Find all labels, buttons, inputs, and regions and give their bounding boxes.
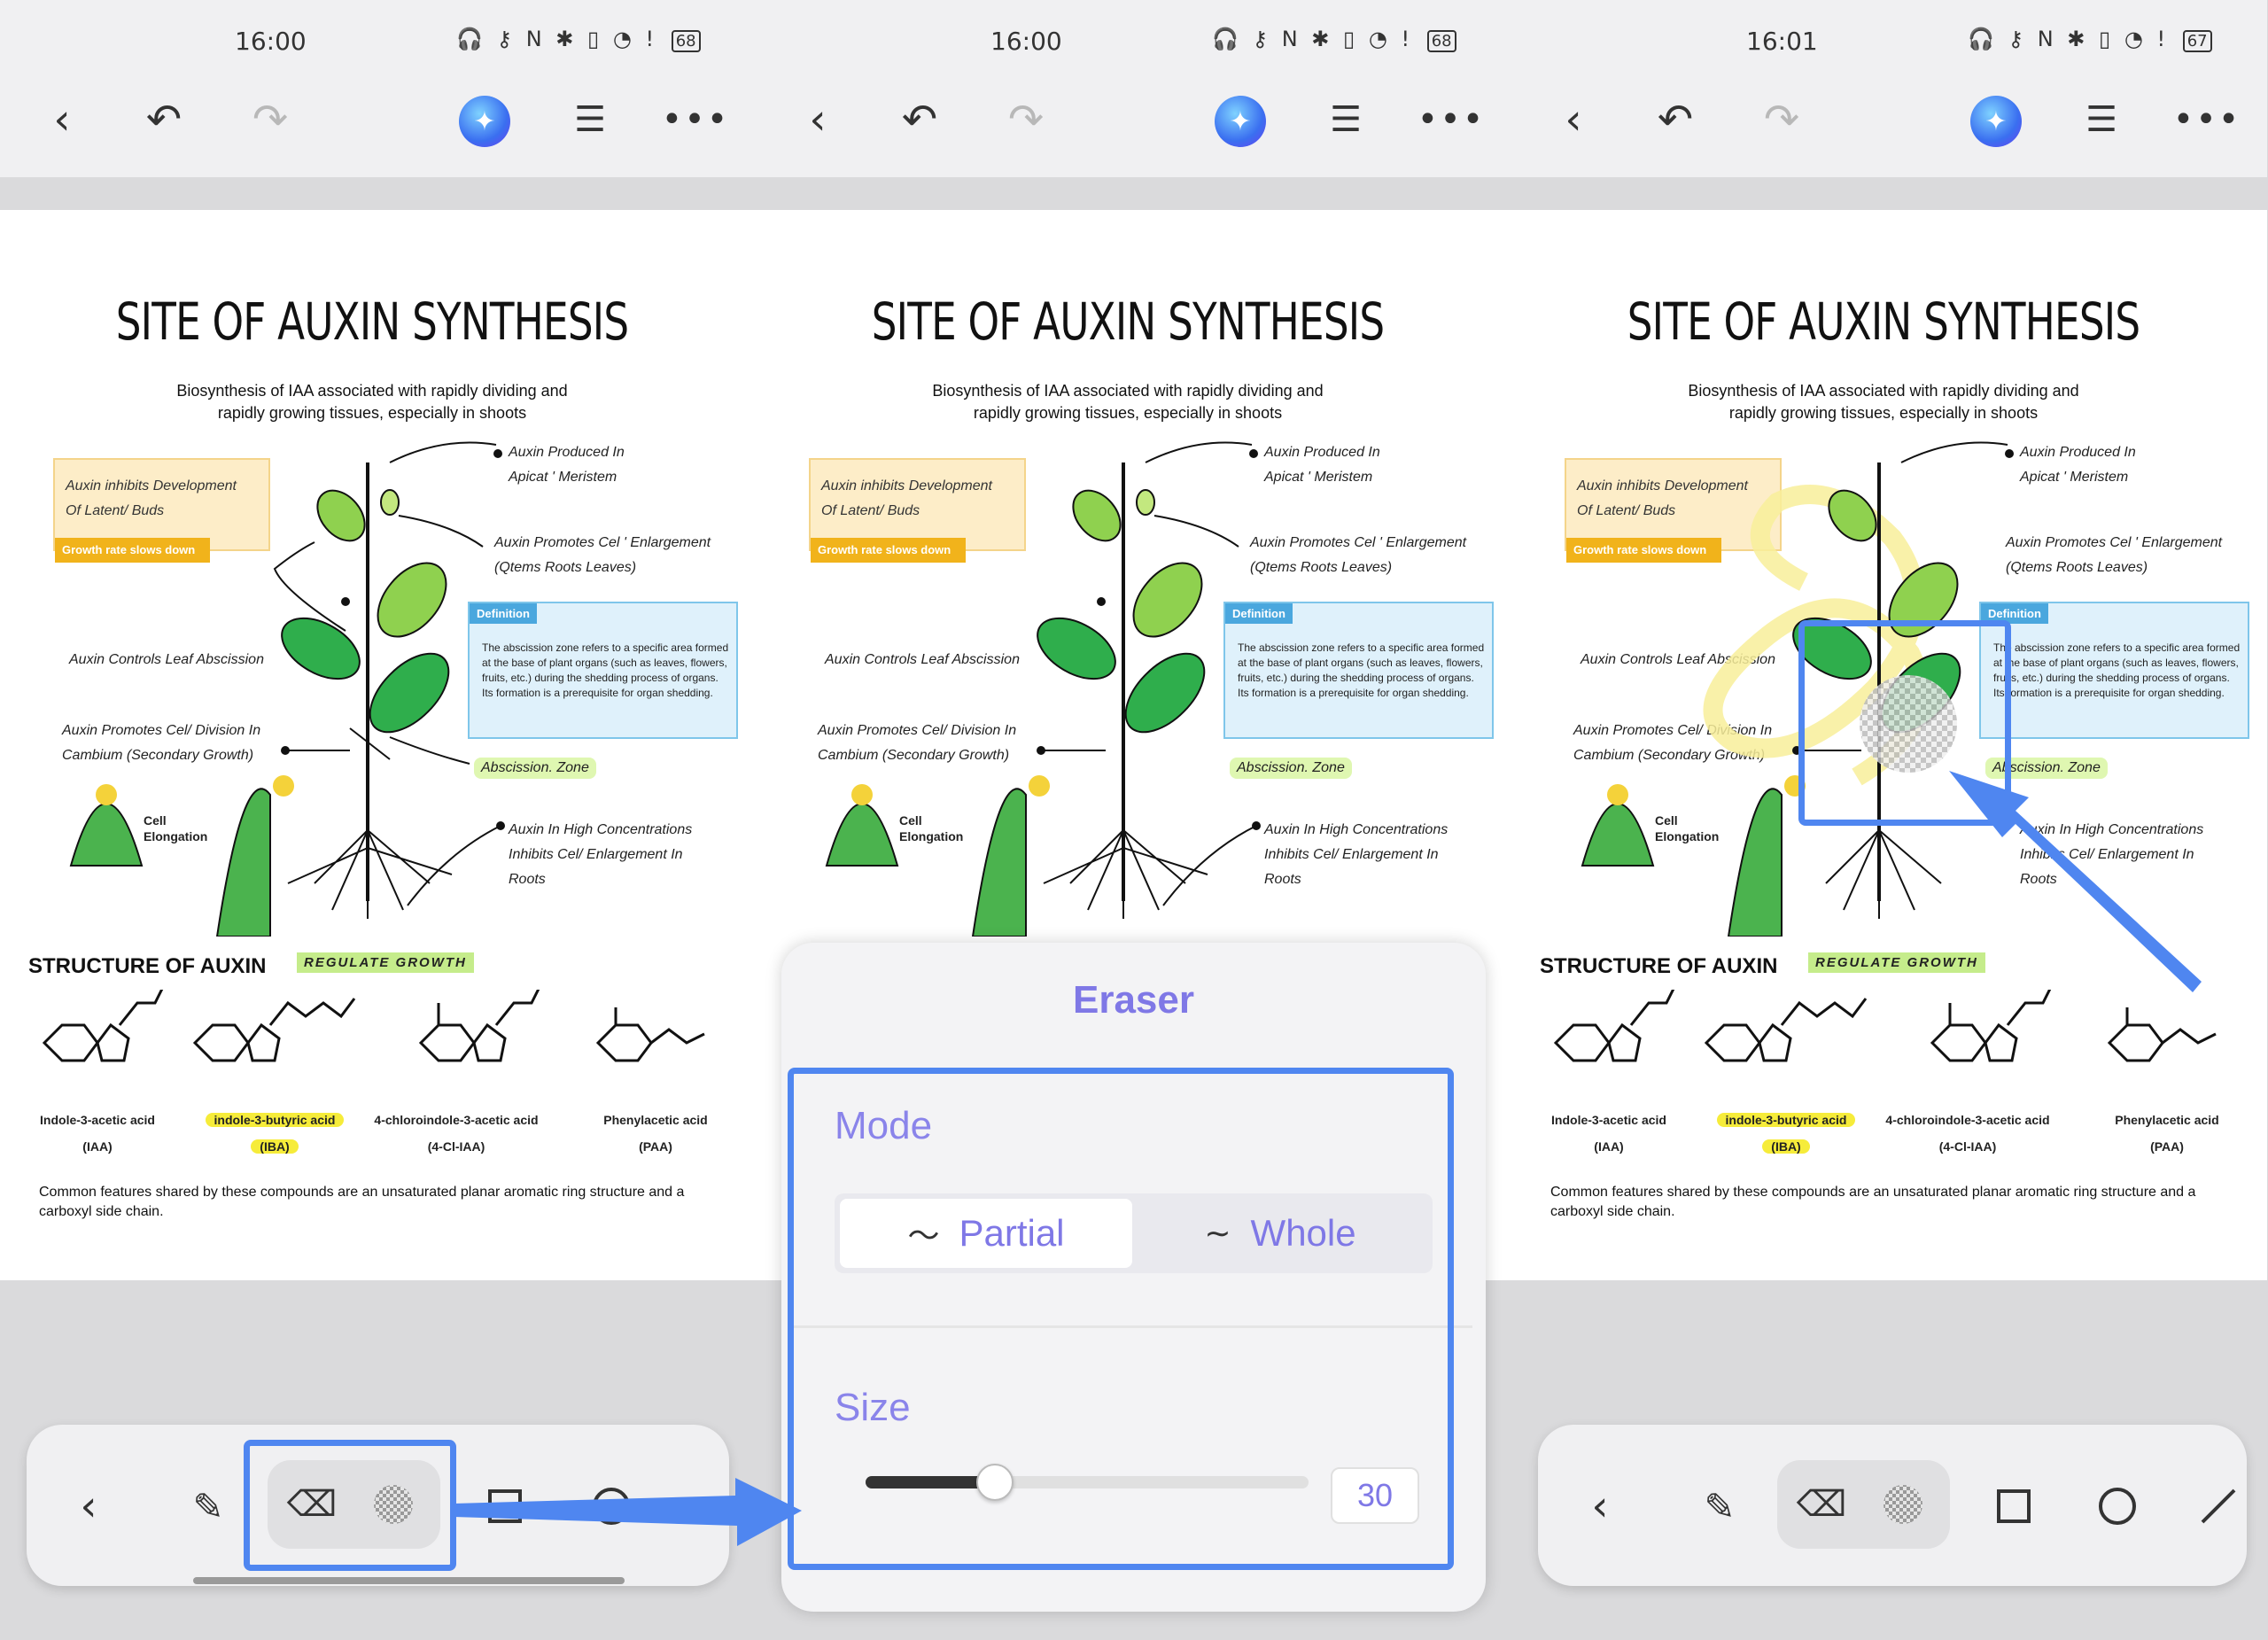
structure-title: STRUCTURE OF AUXIN	[1540, 954, 1778, 978]
status-time: 16:01	[1746, 27, 1818, 56]
more-icon[interactable]: •••	[1418, 93, 1484, 146]
chevron-left-icon[interactable]: ‹	[1573, 1480, 1627, 1533]
circle-icon[interactable]	[2091, 1480, 2144, 1533]
status-time: 16:00	[990, 27, 1062, 56]
annotation-highlight	[1798, 620, 2011, 826]
screen-panel-1: 16:00 🎧 ⚷ N ✱ ▯ ◔ ! 68 ‹ ↶ ↷ ✦ ☰ ••• SIT…	[0, 0, 756, 1640]
molecule-iaa	[1553, 990, 1675, 1062]
redo-icon[interactable]: ↷	[999, 93, 1052, 146]
list-icon[interactable]: ☰	[2075, 93, 2128, 146]
regulate-growth-tag: REGULATE GROWTH	[297, 952, 474, 973]
eraser-title: Eraser	[1072, 978, 1194, 1022]
status-icons: 🎧 ⚷ N ✱ ▯ ◔ ! 68	[1212, 27, 1456, 52]
molecule-name: Indole-3-acetic acid (IAA)	[1551, 1113, 1666, 1154]
pen-icon[interactable]: ✎	[1693, 1480, 1746, 1533]
molecule-paa	[2107, 1007, 2217, 1062]
regulate-growth-tag: REGULATE GROWTH	[1808, 952, 1985, 973]
top-bar: 16:01 🎧 ⚷ N ✱ ▯ ◔ ! 67 ‹ ↶ ↷ ✦ ☰ •••	[1511, 0, 2267, 177]
common-features-text: Common features shared by these compound…	[1550, 1185, 2196, 1219]
back-icon[interactable]: ‹	[35, 93, 89, 146]
top-bar: 16:00 🎧 ⚷ N ✱ ▯ ◔ ! 68 ‹ ↶ ↷ ✦ ☰ •••	[756, 0, 1511, 177]
molecule-name: Indole-3-acetic acid (IAA)	[40, 1113, 155, 1154]
ai-assistant-icon[interactable]: ✦	[1215, 96, 1266, 147]
molecule-name: 4-chloroindole-3-acetic acid (4-Cl-IAA)	[374, 1113, 539, 1154]
molecule-4cl-iaa	[418, 990, 540, 1062]
list-icon[interactable]: ☰	[563, 93, 617, 146]
battery-icon: 68	[671, 30, 701, 52]
common-features-text: Common features shared by these compound…	[39, 1185, 685, 1219]
molecule-iba	[1704, 998, 1868, 1062]
chevron-left-icon[interactable]: ‹	[62, 1480, 115, 1533]
eraser-tool-group[interactable]: ⌫	[1777, 1460, 1950, 1549]
battery-icon: 68	[1426, 30, 1456, 52]
plant-illustration	[825, 441, 1261, 937]
undo-icon[interactable]: ↶	[1649, 93, 1702, 146]
more-icon[interactable]: •••	[662, 93, 728, 146]
list-icon[interactable]: ☰	[1319, 93, 1372, 146]
square-icon[interactable]	[1987, 1480, 2040, 1533]
circle-icon[interactable]	[585, 1480, 638, 1533]
plant-illustration	[69, 441, 505, 937]
pen-icon[interactable]: ✎	[182, 1480, 235, 1533]
undo-icon[interactable]: ↶	[137, 93, 190, 146]
molecule-name: indole-3-butyric acid (IBA)	[1697, 1107, 1875, 1160]
status-icons: 🎧 ⚷ N ✱ ▯ ◔ ! 68	[456, 27, 701, 52]
eraser-icon[interactable]: ⌫	[1795, 1478, 1848, 1531]
molecule-name: Phenylacetic acid (PAA)	[603, 1113, 708, 1154]
status-icons: 🎧 ⚷ N ✱ ▯ ◔ ! 67	[1968, 27, 2212, 52]
molecule-paa	[595, 1007, 705, 1062]
square-icon[interactable]	[478, 1480, 532, 1533]
checker-eraser-icon[interactable]	[1876, 1478, 1930, 1531]
back-icon[interactable]: ‹	[791, 93, 844, 146]
battery-icon: 67	[2182, 30, 2212, 52]
redo-icon[interactable]: ↷	[1755, 93, 1808, 146]
status-time: 16:00	[235, 27, 307, 56]
redo-icon[interactable]: ↷	[244, 93, 297, 146]
more-icon[interactable]: •••	[2173, 93, 2240, 146]
annotation-highlight	[244, 1440, 456, 1571]
screen-panel-3: 16:01 🎧 ⚷ N ✱ ▯ ◔ ! 67 ‹ ↶ ↷ ✦ ☰ ••• SIT…	[1511, 0, 2267, 1640]
molecule-name: 4-chloroindole-3-acetic acid (4-Cl-IAA)	[1885, 1113, 2050, 1154]
top-bar: 16:00 🎧 ⚷ N ✱ ▯ ◔ ! 68 ‹ ↶ ↷ ✦ ☰ •••	[0, 0, 756, 177]
ai-assistant-icon[interactable]: ✦	[1970, 96, 2022, 147]
undo-icon[interactable]: ↶	[893, 93, 946, 146]
structure-title: STRUCTURE OF AUXIN	[28, 954, 267, 978]
back-icon[interactable]: ‹	[1547, 93, 1600, 146]
molecule-name: indole-3-butyric acid (IBA)	[186, 1107, 363, 1160]
plant-illustration	[1581, 441, 2014, 937]
ai-assistant-icon[interactable]: ✦	[459, 96, 510, 147]
molecule-iaa	[42, 990, 164, 1062]
line-icon[interactable]	[2192, 1480, 2245, 1533]
drawing-toolbar: ‹ ✎ ⌫	[1538, 1425, 2247, 1586]
molecule-iba	[192, 998, 356, 1062]
annotation-highlight	[788, 1068, 1454, 1570]
molecule-4cl-iaa	[1930, 990, 2052, 1062]
note-page[interactable]: SITE OF AUXIN SYNTHESIS Biosynthesis of …	[0, 210, 756, 1280]
molecule-name: Phenylacetic acid (PAA)	[2115, 1113, 2219, 1154]
home-indicator	[193, 1577, 625, 1584]
